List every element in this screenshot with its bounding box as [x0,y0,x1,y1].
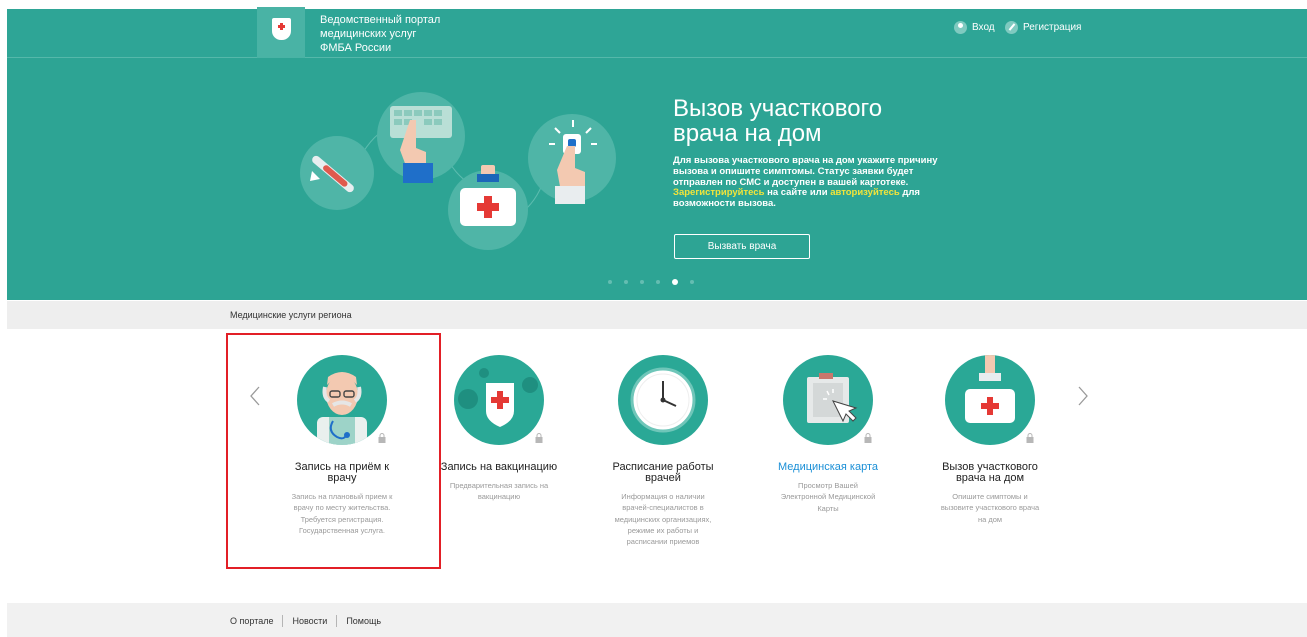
service-desc: Просмотр Вашей Электронной Медицинской К… [780,481,876,513]
service-name[interactable]: Медицинская карта [748,462,908,473]
shield-icon [272,18,291,40]
footer-links: О портале Новости Помощь [230,615,381,627]
slider-dot-3[interactable] [640,280,644,284]
clock-icon [618,355,708,445]
service-name: Расписание работы врачей [612,461,714,484]
pencil-icon [1005,21,1018,34]
chevron-right-icon [1078,386,1088,406]
service-card-medical-record[interactable]: Медицинская карта Просмотр Вашей Электро… [748,355,908,514]
slider-dot-5[interactable] [672,279,678,285]
login-link[interactable]: Вход [954,21,995,34]
hero-banner: Вызов участкового врача на дом Для вызов… [7,58,1307,300]
login-label: Вход [972,22,995,33]
footer-link-news[interactable]: Новости [292,616,327,626]
portal-logo[interactable] [257,7,305,59]
site-footer: О портале Новости Помощь [7,603,1307,637]
medical-card-icon [783,355,873,445]
carousel-next-button[interactable] [1076,385,1090,407]
service-name: Запись на вакцинацию [440,461,558,473]
footer-separator [336,615,338,627]
thermometer-icon [300,136,374,210]
service-desc: Предварительная запись на вакцинацию [449,481,549,502]
lock-icon [1026,433,1034,443]
service-card-vaccination[interactable]: Запись на вакцинацию Предварительная зап… [419,355,579,503]
service-card-doctor-schedule[interactable]: Расписание работы врачей Информация о на… [583,355,743,547]
red-cross-icon [278,23,285,30]
service-name: Вызов участкового врача на дом [942,461,1038,484]
footer-link-help[interactable]: Помощь [346,616,381,626]
service-desc: Информация о наличии врачей-специалистов… [614,492,712,547]
selection-highlight-frame [226,333,441,569]
hero-description: Для вызова участкового врача на дом укаж… [673,155,943,210]
call-doctor-button[interactable]: Вызвать врача [674,234,810,259]
button-press-icon [528,114,616,204]
section-title: Медицинские услуги региона [230,310,352,320]
slider-dot-2[interactable] [624,280,628,284]
hero-login-link[interactable]: авторизуйтесь [830,187,900,198]
vaccine-icon [454,355,544,445]
portal-brand[interactable]: Ведомственный портал медицинских услуг Ф… [320,13,440,55]
medkit-icon [448,165,528,250]
hero-title: Вызов участкового врача на дом [673,96,973,146]
hero-text-part: на сайте или [764,187,831,199]
keyboard-hand-icon [377,92,465,183]
brand-line-2: медицинских услуг [320,28,417,40]
brand-line-1: Ведомственный портал [320,14,441,26]
slider-dot-6[interactable] [690,280,694,284]
hero-title-line-2: врача на дом [673,120,822,147]
footer-separator [282,615,284,627]
hero-title-line-1: Вызов участкового [673,95,883,122]
hero-register-link[interactable]: Зарегистрируйтесь [673,187,764,198]
lock-icon [864,433,872,443]
top-strip [0,0,1307,9]
register-label: Регистрация [1023,22,1082,33]
footer-link-about[interactable]: О портале [230,616,273,626]
register-link[interactable]: Регистрация [1005,21,1081,34]
service-desc: Опишите симптомы и вызовите участкового … [940,492,1040,524]
services-section-bar: Медицинские услуги региона [7,301,1307,329]
site-header: Ведомственный портал медицинских услуг Ф… [7,7,1307,59]
hero-text-part: Для вызова участкового врача на дом укаж… [673,155,938,188]
slider-dot-4[interactable] [656,280,660,284]
slider-dots [608,279,694,285]
medkit-icon [945,355,1035,445]
lock-icon [535,433,543,443]
service-card-home-call[interactable]: Вызов участкового врача на дом Опишите с… [910,355,1070,525]
hero-illustration [300,92,616,250]
user-icon [954,21,967,34]
brand-line-3: ФМБА России [320,42,392,54]
slider-dot-1[interactable] [608,280,612,284]
